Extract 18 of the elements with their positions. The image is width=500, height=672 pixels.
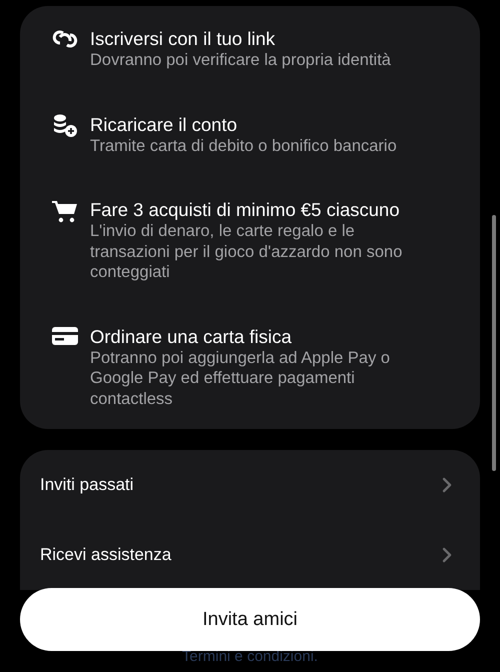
step-description: Dovranno poi verificare la propria identità [90,50,392,70]
cart-icon [52,199,78,223]
link-icon [52,28,78,50]
step-description: Potranno poi aggiungerla ad Apple Pay o Google Pay ed effettuare pagamenti contactless [90,348,391,409]
card-icon [52,326,78,346]
step-description: L'invio di denaro, le carte regalo e le transazioni per il gioco d'azzardo non sono conteggiati [90,221,404,282]
scrollbar[interactable] [492,215,496,471]
menu-item[interactable]: Inviti passati [40,475,134,495]
chevron-right-icon [442,477,452,493]
coins-plus-icon [52,114,78,138]
step-title: Fare 3 acquisti di minimo €5 ciascuno [90,199,401,221]
step-title: Iscriversi con il tuo link [90,28,276,50]
step-title: Ordinare una carta fisica [90,326,293,348]
invite-friends-button[interactable]: Invita amici [20,588,480,651]
chevron-right-icon [442,547,452,563]
step-title: Ricaricare il conto [90,114,238,136]
step-description: Tramite carta di debito o bonifico bancario [90,136,398,156]
menu-item[interactable]: Ricevi assistenza [40,545,172,565]
